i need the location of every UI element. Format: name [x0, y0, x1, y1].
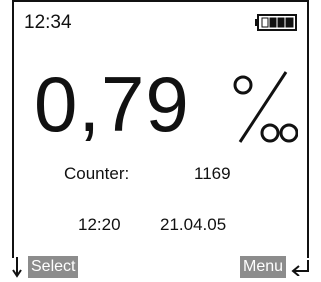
last-test-time: 12:20	[78, 215, 121, 234]
measurement-value: 0,79	[34, 60, 190, 148]
last-test-date: 21.04.05	[160, 215, 227, 234]
counter-label: Counter:	[64, 164, 130, 183]
clock-time: 12:34	[24, 12, 72, 33]
device-screen: 12:34 0,79 Counter: 1169 12:20 21.04.05 …	[0, 0, 321, 282]
screen-frame-top	[12, 0, 309, 2]
select-softkey[interactable]: Select	[28, 256, 79, 278]
screen-frame-left	[12, 0, 14, 258]
menu-softkey[interactable]: Menu	[240, 256, 287, 278]
battery-icon	[255, 14, 297, 31]
screen-frame-right	[307, 0, 309, 258]
enter-arrow-icon	[291, 260, 309, 276]
arrow-down-icon	[12, 257, 22, 278]
permille-icon	[233, 71, 298, 143]
counter-value: 1169	[194, 164, 231, 183]
